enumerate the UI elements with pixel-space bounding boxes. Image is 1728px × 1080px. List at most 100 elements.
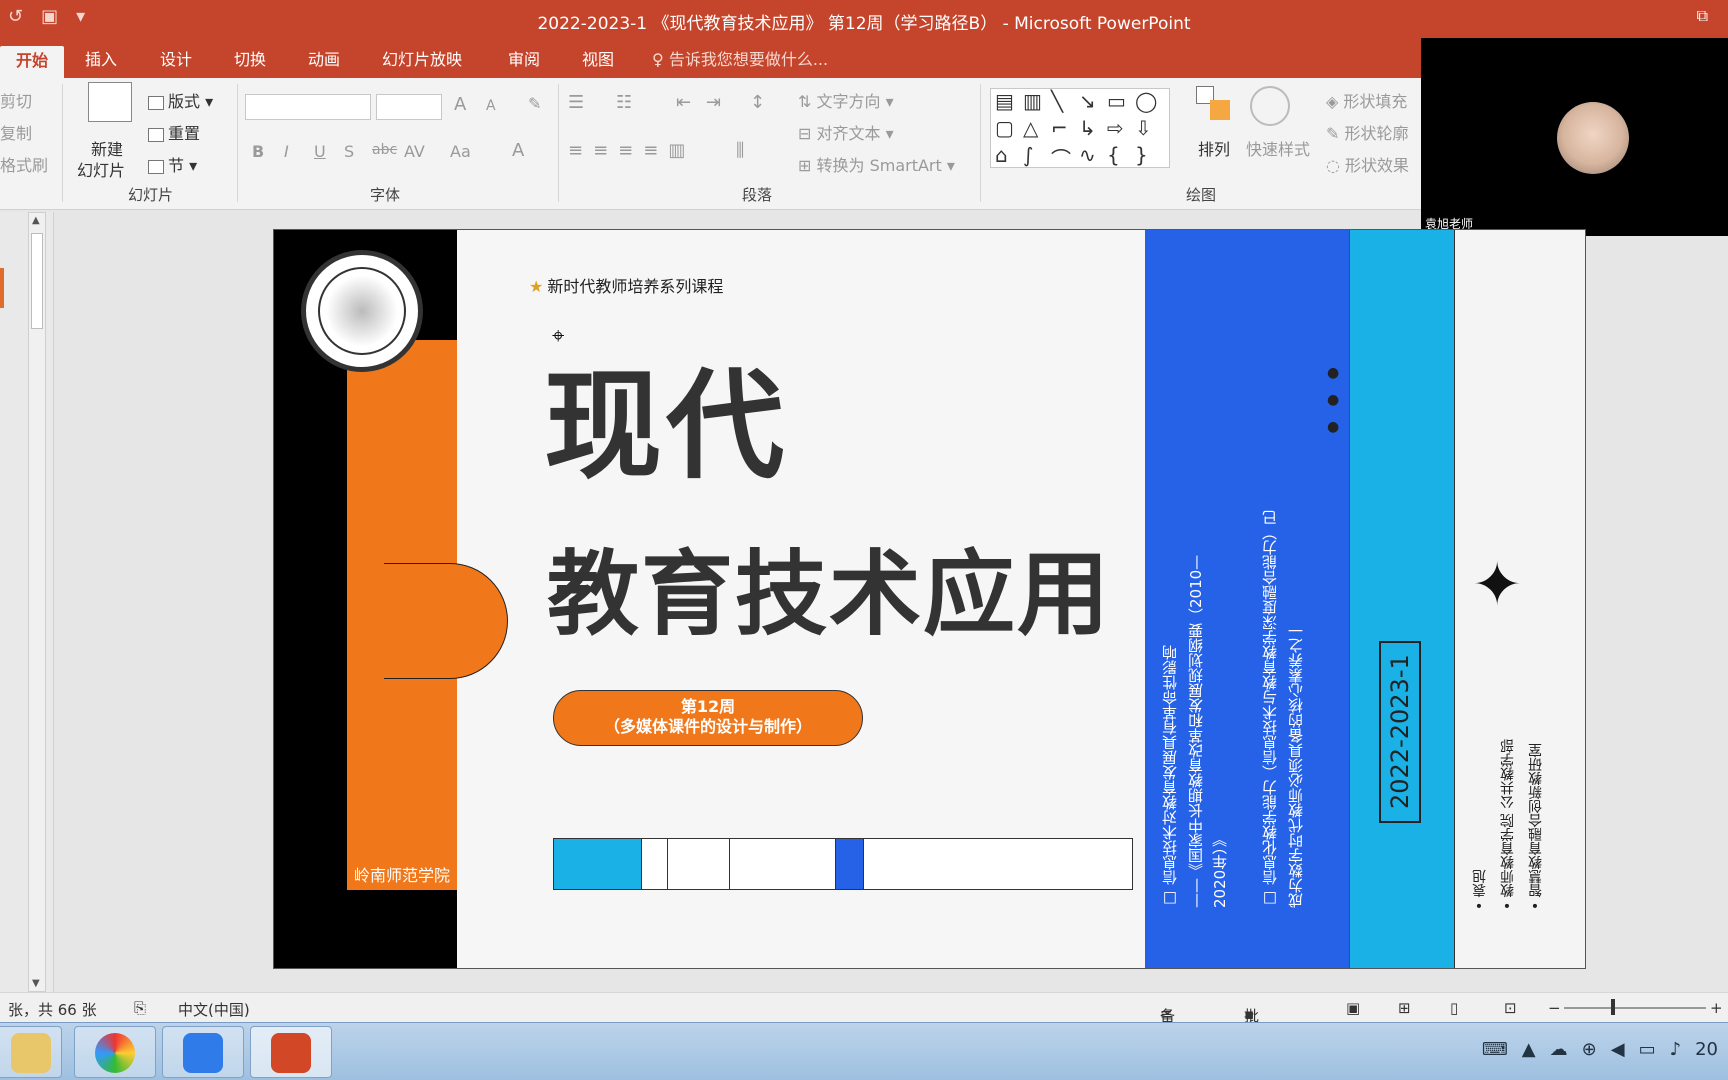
quick-styles-icon[interactable] xyxy=(1250,86,1290,126)
scroll-down-icon[interactable]: ▼ xyxy=(32,978,40,989)
author-lab: • 智慧教育融合创新教研室 xyxy=(1528,743,1544,910)
reading-view-icon[interactable]: ▯ xyxy=(1450,999,1458,1017)
taskbar-file-explorer[interactable] xyxy=(0,1026,62,1078)
elbow-connector-icon[interactable]: ⌐ xyxy=(1051,116,1079,143)
speaker-icon[interactable]: ♪ xyxy=(1670,1039,1682,1060)
horizontal-scroll-region xyxy=(54,976,1728,992)
shrink-font-button[interactable]: A xyxy=(486,98,496,114)
section-button[interactable]: 节 ▾ xyxy=(148,152,197,176)
new-slide-icon[interactable] xyxy=(88,82,132,122)
shape-outline-button[interactable]: ✎ 形状轮廓 xyxy=(1326,120,1409,144)
arrow-line-icon[interactable]: ↘ xyxy=(1079,89,1107,116)
tab-slideshow[interactable]: 幻灯片放映 xyxy=(372,42,472,78)
right-brace-icon[interactable]: } xyxy=(1135,143,1163,170)
arc-icon[interactable]: ⌒ xyxy=(1051,143,1079,171)
tab-animations[interactable]: 动画 xyxy=(298,42,350,78)
change-case-button[interactable]: Aa xyxy=(450,142,471,161)
line-shape-icon[interactable]: ╲ xyxy=(1051,89,1079,116)
shapes-gallery[interactable]: ▤ ▥ ╲ ↘ ▭ ◯ ▢ △ ⌐ ↳ ⇨ ⇩ ⌂ ∫ ⌒ ∿ { } xyxy=(990,88,1170,171)
network-icon[interactable]: ▭ xyxy=(1639,1039,1656,1060)
increase-indent-icon[interactable]: ⇥ xyxy=(706,92,721,113)
strikethrough-button[interactable]: abc xyxy=(372,142,397,158)
clock[interactable]: 20 xyxy=(1695,1039,1718,1060)
oval-shape-icon[interactable]: ◯ xyxy=(1135,89,1163,116)
spellcheck-icon[interactable]: ⎘ xyxy=(134,999,146,1017)
arrange-icon[interactable] xyxy=(1196,86,1232,126)
font-color-button[interactable]: A xyxy=(512,140,524,161)
copy-button[interactable]: 复制 xyxy=(0,120,32,144)
right-arrow-icon[interactable]: ⇨ xyxy=(1107,116,1135,143)
scroll-thumb[interactable] xyxy=(31,233,43,329)
tell-me-search[interactable]: ♀ 告诉我您想要做什么... xyxy=(652,42,828,78)
shadow-button[interactable]: S xyxy=(344,142,354,161)
security-icon[interactable]: ⊕ xyxy=(1582,1039,1597,1060)
slideshow-view-icon[interactable]: ⊡ xyxy=(1504,999,1517,1017)
slide-canvas[interactable]: 岭南师范学院 ★ 新时代教师培养系列课程 现代 教育技术应用 第12周 （多媒体课… xyxy=(273,229,1586,969)
down-arrow-icon[interactable]: ⇩ xyxy=(1135,116,1163,143)
language-indicator[interactable]: 中文(中国) xyxy=(178,999,250,1020)
underline-button[interactable]: U xyxy=(314,142,326,161)
tab-review[interactable]: 审阅 xyxy=(498,42,550,78)
rectangle-shape-icon[interactable]: ▭ xyxy=(1107,89,1135,116)
grow-font-button[interactable]: A xyxy=(454,94,466,115)
normal-view-icon[interactable]: ▣ xyxy=(1346,999,1360,1017)
font-size-combo[interactable] xyxy=(376,94,442,120)
taskbar-browser[interactable] xyxy=(74,1026,156,1078)
keyboard-icon[interactable]: ⌨ xyxy=(1482,1039,1508,1060)
volume-icon[interactable]: ◀ xyxy=(1611,1039,1625,1060)
elbow-arrow-icon[interactable]: ↳ xyxy=(1079,116,1107,143)
vertical-scrollbar[interactable]: ▲ ▼ xyxy=(28,212,46,992)
freeform-icon[interactable]: ⌂ xyxy=(995,143,1023,170)
tab-transitions[interactable]: 切换 xyxy=(224,42,276,78)
columns-icon[interactable]: ⫼ xyxy=(736,140,744,161)
reset-button[interactable]: 重置 xyxy=(148,120,200,144)
zoom-in-button[interactable]: + xyxy=(1710,999,1723,1017)
left-brace-icon[interactable]: { xyxy=(1107,143,1135,170)
quick-styles-button[interactable]: 快速样式 xyxy=(1246,136,1310,160)
smartart-button[interactable]: ⊞ 转换为 SmartArt ▾ xyxy=(798,152,955,176)
new-slide-label-2[interactable]: 幻灯片 xyxy=(77,157,125,181)
zoom-slider[interactable] xyxy=(1564,1007,1706,1009)
blue-text-2: ——《国家中长期教育改革和发展规划纲要（2010— xyxy=(1187,554,1205,908)
layout-button[interactable]: 版式 ▾ xyxy=(148,88,213,112)
slide-sorter-icon[interactable]: ⊞ xyxy=(1398,999,1411,1017)
cloud-icon[interactable]: ☁ xyxy=(1550,1039,1568,1060)
triangle-shape-icon[interactable]: △ xyxy=(1023,116,1051,143)
zoom-out-button[interactable]: − xyxy=(1548,999,1561,1017)
textbox-shape-icon[interactable]: ▤ xyxy=(995,89,1023,116)
tab-home[interactable]: 开始 xyxy=(0,46,64,78)
format-painter-button[interactable]: 格式刷 xyxy=(0,152,48,176)
taskbar-powerpoint[interactable] xyxy=(250,1026,332,1078)
tab-insert[interactable]: 插入 xyxy=(75,42,127,78)
bullets-icon[interactable]: ☰ xyxy=(568,92,584,113)
arrange-button[interactable]: 排列 xyxy=(1198,136,1230,160)
tab-design[interactable]: 设计 xyxy=(150,42,202,78)
curve-icon[interactable]: ∿ xyxy=(1079,143,1107,170)
align-text-button[interactable]: ⊟ 对齐文本 ▾ xyxy=(798,120,894,144)
font-name-combo[interactable] xyxy=(245,94,371,120)
char-spacing-button[interactable]: AV xyxy=(404,142,425,161)
scroll-up-icon[interactable]: ▲ xyxy=(32,215,40,226)
tab-view[interactable]: 视图 xyxy=(572,42,624,78)
clear-format-icon[interactable]: ✎ xyxy=(528,94,541,113)
group-label-slides: 幻灯片 xyxy=(128,186,174,204)
restore-window-icon[interactable]: ⧉ xyxy=(1697,6,1708,26)
vertical-textbox-icon[interactable]: ▥ xyxy=(1023,89,1051,116)
zoom-slider-thumb[interactable] xyxy=(1611,999,1615,1015)
taskbar-meeting-app[interactable] xyxy=(162,1026,244,1078)
meeting-tray-icon[interactable]: ▲ xyxy=(1522,1039,1536,1060)
decrease-indent-icon[interactable]: ⇤ xyxy=(676,92,691,113)
file-explorer-icon xyxy=(11,1033,51,1073)
cut-button[interactable]: 剪切 xyxy=(0,88,32,112)
shape-effects-button[interactable]: ◌ 形状效果 xyxy=(1326,152,1409,176)
italic-button[interactable]: I xyxy=(284,142,289,161)
numbering-icon[interactable]: ☷ xyxy=(616,92,632,113)
rounded-rect-icon[interactable]: ▢ xyxy=(995,116,1023,143)
alignment-icons[interactable]: ≡≡≡≡▥ xyxy=(568,140,695,161)
text-direction-button[interactable]: ⇅ 文字方向 ▾ xyxy=(798,88,894,112)
shape-fill-button[interactable]: ◈ 形状填充 xyxy=(1326,88,1407,112)
scribble-icon[interactable]: ∫ xyxy=(1023,143,1051,170)
bold-button[interactable]: B xyxy=(252,142,264,161)
line-spacing-icon[interactable]: ↕ xyxy=(750,92,765,113)
term-date: 2022-2023-1 xyxy=(1379,641,1421,823)
